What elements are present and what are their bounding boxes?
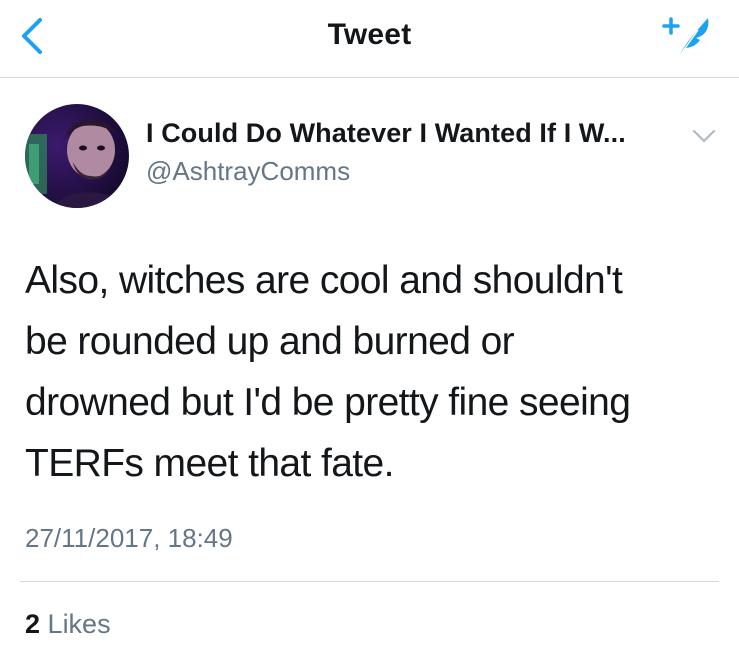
author-handle[interactable]: @AshtrayComms [146, 156, 350, 187]
likes-label: Likes [47, 609, 111, 639]
author-display-name[interactable]: I Could Do Whatever I Wanted If I W... [146, 118, 626, 149]
tweet-menu-button[interactable] [690, 126, 718, 146]
compose-tweet-button[interactable] [660, 12, 716, 64]
likes-stat[interactable]: 2 Likes [25, 609, 111, 640]
chevron-down-icon [693, 130, 715, 142]
likes-count: 2 [25, 609, 41, 639]
avatar[interactable] [25, 104, 129, 208]
page-title: Tweet [327, 18, 412, 51]
tweet-text: Also, witches are cool and shouldn't be … [25, 259, 631, 485]
compose-feather-icon [662, 17, 709, 59]
tweet-timestamp[interactable]: 27/11/2017, 18:49 [25, 523, 233, 554]
avatar-photo [25, 104, 129, 208]
navigation-bar: Tweet [0, 0, 739, 78]
divider [20, 581, 719, 582]
tweet-author-header: I Could Do Whatever I Wanted If I W... @… [0, 78, 739, 218]
